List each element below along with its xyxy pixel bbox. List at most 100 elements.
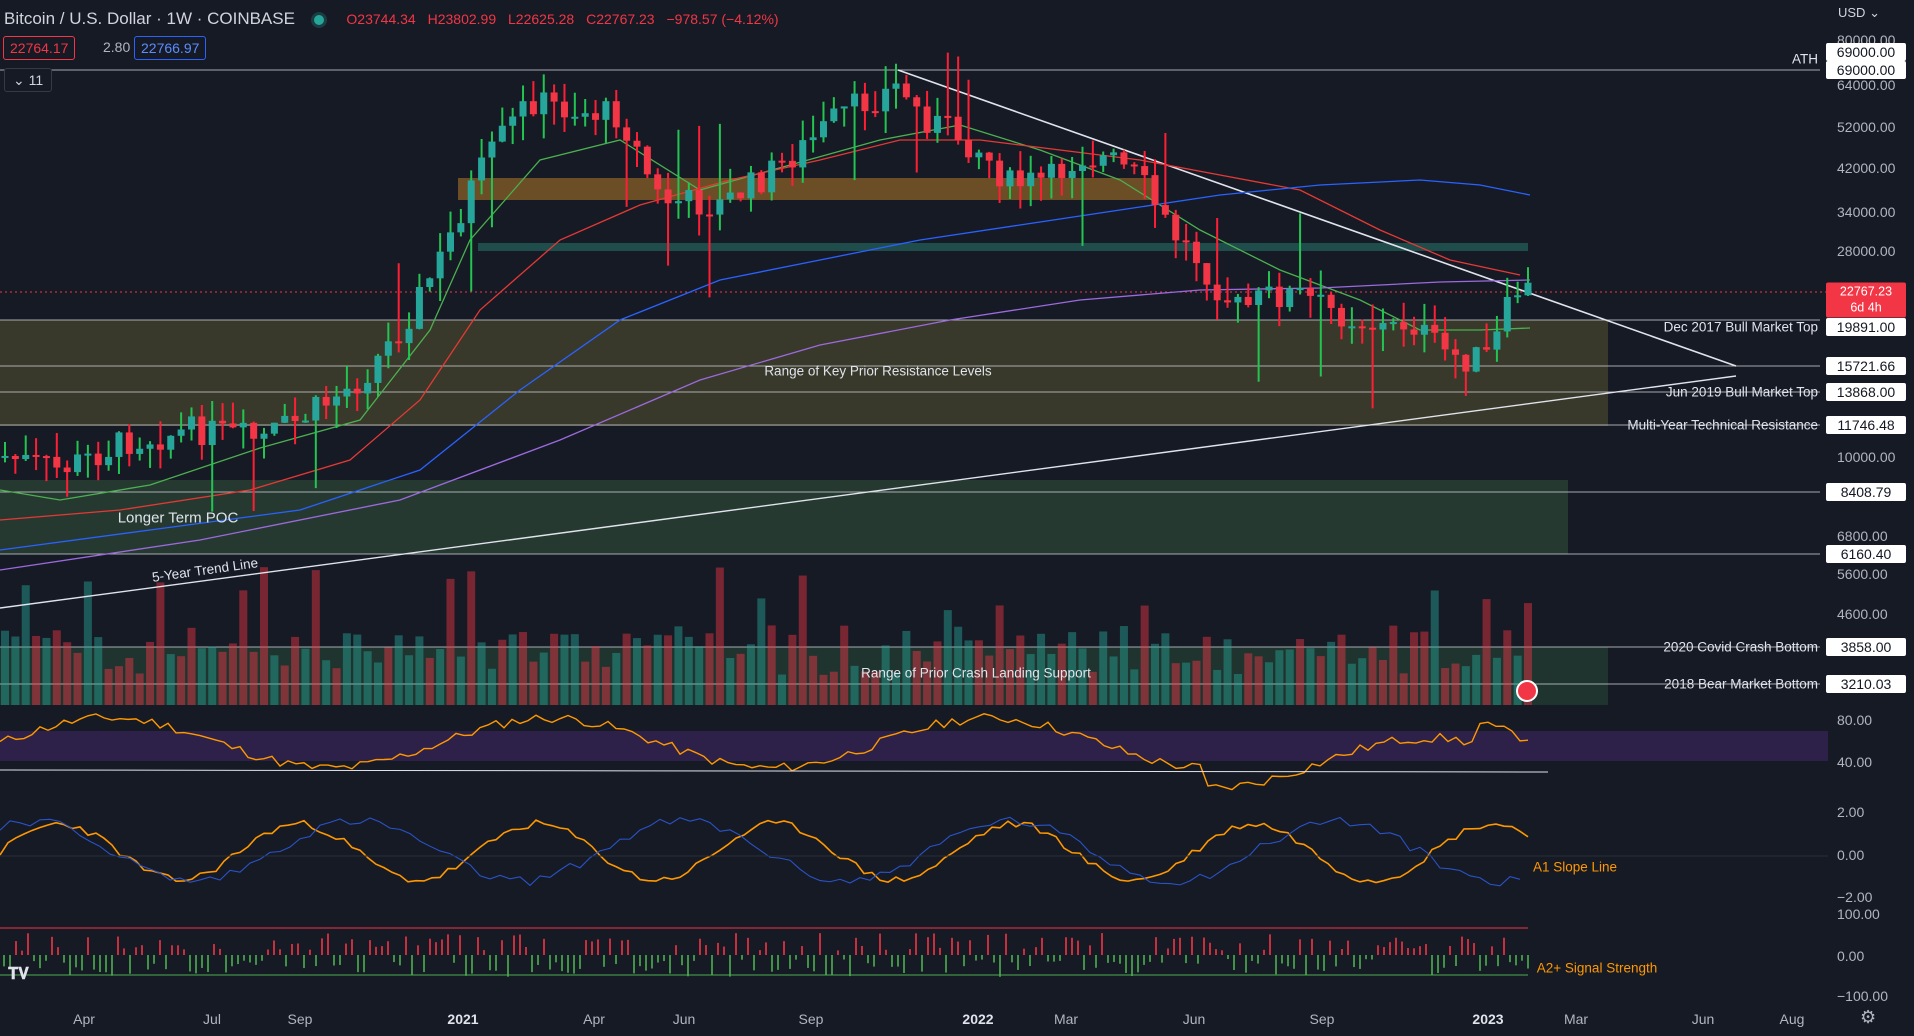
candle-body (146, 444, 154, 449)
price-tag: 13868.00 (1826, 383, 1906, 401)
volume-bar (477, 642, 486, 705)
volume-bar (322, 660, 331, 705)
volume-bar (1213, 669, 1222, 705)
price-chart-canvas[interactable] (0, 0, 1914, 1036)
candle-body (819, 121, 827, 138)
signal-axis-tick: 0.00 (1837, 948, 1865, 964)
volume-bar (560, 634, 569, 705)
candle-body (1016, 170, 1024, 187)
time-axis-tick: Sep (287, 1011, 313, 1027)
currency-select[interactable]: USD ⌄ (1838, 5, 1880, 21)
volume-bar (1503, 630, 1512, 705)
candle-body (1089, 165, 1097, 168)
price-tag: 69000.00 (1826, 61, 1906, 79)
volume-bar (695, 646, 704, 705)
volume-bar (467, 571, 476, 705)
volume-bar (1327, 641, 1336, 705)
candle-body (42, 456, 50, 459)
volume-bar (1151, 643, 1160, 705)
candle-body (1047, 163, 1055, 178)
volume-bar (166, 654, 175, 705)
volume-bar (612, 652, 621, 705)
volume-bar (311, 570, 320, 705)
candle-body (1172, 214, 1180, 241)
candle-body (467, 180, 475, 224)
candle-body (1099, 155, 1107, 166)
slope-line-label: A1 Slope Line (1532, 859, 1618, 875)
buy-price-button[interactable]: 22766.97 (134, 36, 207, 60)
candle-body (260, 433, 268, 439)
candle-body (1110, 152, 1118, 156)
volume-bar (146, 641, 155, 705)
volume-bar (570, 634, 579, 705)
candle-body (1120, 152, 1128, 165)
candle-body (1493, 331, 1501, 350)
volume-bar (1410, 632, 1419, 705)
volume-bar (643, 645, 652, 705)
us-flag-icon[interactable] (1516, 680, 1538, 702)
candle-body (1483, 347, 1491, 350)
level-label: ATH (1792, 51, 1818, 67)
level-label: 2020 Covid Crash Bottom (1663, 639, 1818, 655)
indicators-toggle[interactable]: ⌄ 11 (4, 68, 53, 92)
time-axis-tick: Mar (1053, 1011, 1079, 1027)
candle-body (374, 355, 382, 383)
volume-bar (1347, 663, 1356, 705)
volume-bar (715, 567, 724, 705)
volume-bar (622, 633, 631, 705)
candle-body (1338, 307, 1346, 327)
candle-body (840, 106, 848, 109)
current-price-tag: 22767.23 6d 4h (1826, 282, 1906, 318)
volume-bar (1316, 656, 1325, 705)
volume-bar (156, 582, 165, 705)
candle-body (529, 101, 537, 115)
price-tag: 11746.48 (1826, 416, 1906, 434)
symbol-header[interactable]: Bitcoin / U.S. Dollar · 1W · COINBASE O2… (4, 9, 787, 29)
candle-body (737, 192, 745, 199)
volume-bar (187, 627, 196, 705)
symbol-title[interactable]: Bitcoin / U.S. Dollar · 1W · COINBASE (4, 9, 295, 28)
volume-bar (1202, 636, 1211, 705)
price-axis-tick: 10000.00 (1837, 449, 1896, 465)
volume-bar (1420, 631, 1429, 705)
signal-strength-label: A2+ Signal Strength (1536, 960, 1658, 976)
candle-body (757, 172, 765, 193)
market-status-icon (313, 14, 324, 25)
candle-body (592, 113, 600, 120)
tradingview-logo-icon[interactable]: 𝐓𝐕 (8, 966, 38, 988)
volume-bar (21, 585, 30, 705)
volume-bar (601, 666, 610, 705)
candle-body (353, 388, 361, 394)
volume-bar (829, 671, 838, 705)
volume-bar (394, 635, 403, 705)
candle-body (125, 432, 133, 454)
candle-body (415, 287, 423, 329)
candle-body (933, 115, 941, 133)
candle-body (208, 420, 216, 446)
candle-body (156, 444, 164, 450)
chart-workspace[interactable]: Bitcoin / U.S. Dollar · 1W · COINBASE O2… (0, 0, 1914, 1036)
ohlc-readout: O23744.34 H23802.99 L22625.28 C22767.23 … (346, 11, 786, 27)
candle-body (612, 101, 620, 128)
volume-bar (1482, 599, 1491, 705)
volume-bar (208, 646, 217, 705)
level-label: Multi-Year Technical Resistance (1627, 417, 1818, 433)
slope-blue-line (0, 816, 1521, 887)
change-value: −978.57 (−4.12%) (666, 11, 779, 27)
candle-body (498, 125, 506, 142)
volume-bar (1264, 662, 1273, 705)
volume-bar (1399, 673, 1408, 705)
time-axis-tick: Aug (1779, 1011, 1805, 1027)
volume-bar (373, 662, 382, 705)
candle-body (1472, 347, 1480, 372)
volume-bar (405, 655, 414, 705)
candle-body (1306, 288, 1314, 296)
volume-bar (135, 673, 144, 705)
volume-bar (1472, 654, 1481, 705)
candle-body (674, 201, 682, 204)
candle-body (1431, 324, 1439, 333)
volume-bar (684, 636, 693, 705)
gear-icon[interactable]: ⚙ (1860, 1007, 1876, 1028)
sell-price-button[interactable]: 22764.17 (3, 36, 76, 60)
rsi-axis-tick: 40.00 (1837, 754, 1873, 770)
